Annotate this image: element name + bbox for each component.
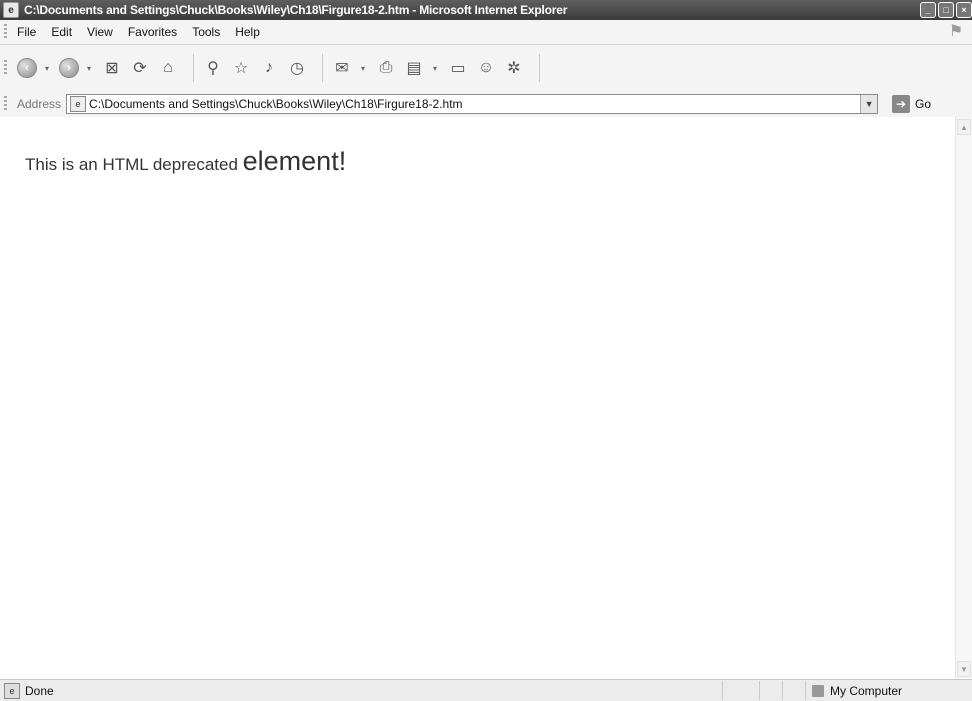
status-panel <box>782 681 805 700</box>
address-value[interactable]: C:\Documents and Settings\Chuck\Books\Wi… <box>89 97 463 111</box>
search-icon[interactable]: ⚲ <box>202 57 224 79</box>
status-bar: e Done My Computer <box>0 679 972 701</box>
favorites-icon[interactable]: ☆ <box>230 57 252 79</box>
status-page-icon: e <box>4 682 20 699</box>
stop-icon[interactable]: ⊠ <box>101 57 123 79</box>
toolbar-grip[interactable] <box>4 24 7 40</box>
address-dropdown-icon[interactable]: ▼ <box>860 95 878 113</box>
standard-toolbar: ‹ ▾ › ▾ ⊠ ⟳ ⌂ ⚲ ☆ ♪ ◷ ✉ ▾ ⎙ ▤ ▾ ▭ ☺ ✲ <box>0 45 972 92</box>
history-icon[interactable]: ◷ <box>286 57 308 79</box>
vertical-scrollbar[interactable]: ▲ ▼ <box>955 117 972 679</box>
back-dropdown-icon[interactable]: ▾ <box>43 57 51 79</box>
status-panel <box>722 681 759 700</box>
media-icon[interactable]: ♪ <box>258 57 280 79</box>
security-zone: My Computer <box>805 681 972 700</box>
window-title: C:\Documents and Settings\Chuck\Books\Wi… <box>24 3 568 17</box>
page-sentence: This is an HTML deprecated element! <box>25 146 346 177</box>
print-icon[interactable]: ⎙ <box>375 57 397 79</box>
status-panels: My Computer <box>722 680 972 701</box>
title-bar: e C:\Documents and Settings\Chuck\Books\… <box>0 0 972 20</box>
toolbar-separator <box>539 54 540 82</box>
page-content: This is an HTML deprecated element! <box>0 117 956 679</box>
window-controls: _ □ × <box>920 2 972 18</box>
toolbar-separator <box>322 54 323 82</box>
toolbar-grip[interactable] <box>4 60 7 76</box>
status-text: Done <box>25 683 54 698</box>
browser-window: e C:\Documents and Settings\Chuck\Books\… <box>0 0 972 701</box>
menu-file[interactable]: File <box>17 25 36 39</box>
toolbar-grip[interactable] <box>4 96 7 112</box>
menu-edit[interactable]: Edit <box>51 25 72 39</box>
menu-tools[interactable]: Tools <box>192 25 220 39</box>
home-icon[interactable]: ⌂ <box>157 57 179 79</box>
go-arrow-icon[interactable]: ➔ <box>892 95 911 113</box>
windows-logo-icon: ⚑ <box>948 23 964 40</box>
refresh-icon[interactable]: ⟳ <box>129 57 151 79</box>
research-icon[interactable]: ✲ <box>503 57 525 79</box>
page-icon: e <box>70 96 87 112</box>
page-text: This is an HTML deprecated <box>25 155 243 174</box>
toolbar-separator <box>193 54 194 82</box>
content-viewport: This is an HTML deprecated element! ▲ ▼ <box>0 117 972 679</box>
forward-dropdown-icon[interactable]: ▾ <box>85 57 93 79</box>
go-button[interactable]: Go <box>915 97 931 111</box>
edit-icon[interactable]: ▤ <box>403 57 425 79</box>
zone-text: My Computer <box>830 683 903 698</box>
menu-favorites[interactable]: Favorites <box>128 25 177 39</box>
menu-view[interactable]: View <box>87 25 113 39</box>
discuss-icon[interactable]: ▭ <box>447 57 469 79</box>
minimize-button[interactable]: _ <box>920 2 936 18</box>
messenger-icon[interactable]: ☺ <box>475 57 497 79</box>
forward-icon[interactable]: › <box>59 58 79 78</box>
menu-bar: File Edit View Favorites Tools Help ⚑ <box>0 20 972 45</box>
status-panel <box>759 681 782 700</box>
scroll-up-icon[interactable]: ▲ <box>957 119 971 135</box>
back-icon[interactable]: ‹ <box>17 58 37 78</box>
address-field[interactable]: e C:\Documents and Settings\Chuck\Books\… <box>66 94 879 114</box>
scroll-down-icon[interactable]: ▼ <box>957 661 971 677</box>
edit-dropdown-icon[interactable]: ▾ <box>431 57 439 79</box>
menu-help[interactable]: Help <box>235 25 260 39</box>
ie-page-icon: e <box>3 2 19 18</box>
address-bar: Address e C:\Documents and Settings\Chuc… <box>0 91 972 118</box>
mail-icon[interactable]: ✉ <box>331 57 353 79</box>
close-button[interactable]: × <box>956 2 972 18</box>
maximize-button[interactable]: □ <box>938 2 954 18</box>
mail-dropdown-icon[interactable]: ▾ <box>359 57 367 79</box>
page-big-text: element! <box>242 146 347 176</box>
computer-icon <box>812 684 824 697</box>
address-label: Address <box>17 97 62 111</box>
